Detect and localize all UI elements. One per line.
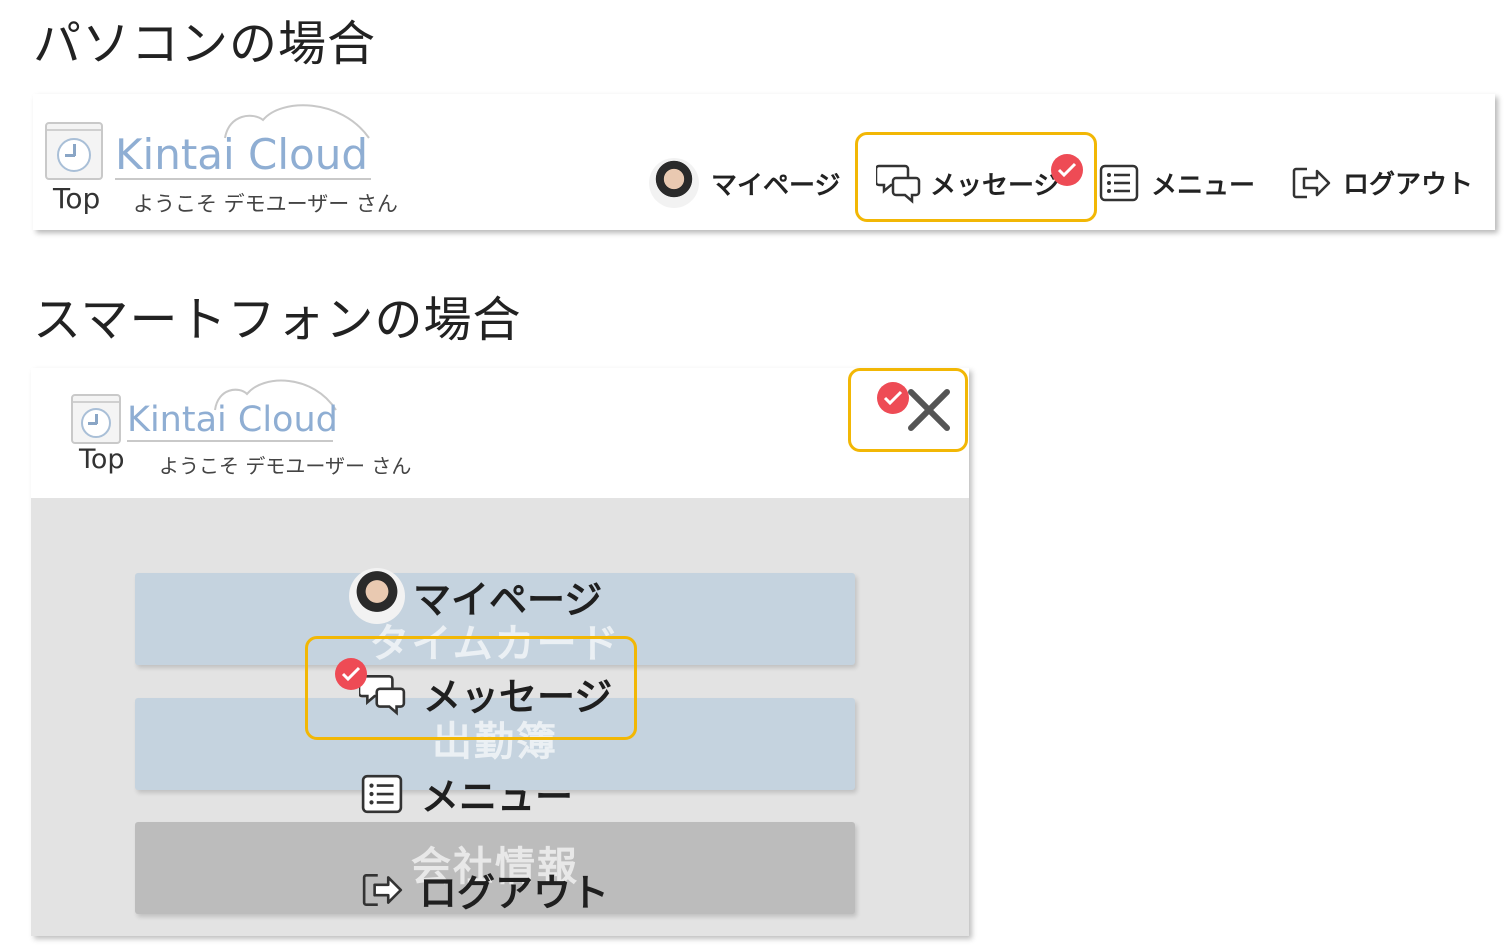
nav-logout[interactable]: ログアウト: [1291, 164, 1473, 201]
nav-mypage-label: マイページ: [711, 170, 841, 201]
pc-section-title: パソコンの場合: [33, 16, 377, 72]
nav-logout-label: ログアウト: [1343, 170, 1474, 200]
avatar: [349, 568, 405, 624]
highlight-message: [855, 132, 1097, 222]
sp-nav-logout-label: ログアウト: [419, 871, 610, 915]
sp-nav-mypage-label: マイページ: [413, 577, 603, 622]
list-icon: [1099, 164, 1139, 202]
top-link[interactable]: Top: [53, 182, 100, 215]
logo-underline: [115, 178, 371, 180]
welcome-text: ようこそ デモユーザー さん: [133, 192, 398, 216]
highlight-message: [305, 636, 637, 740]
logo-text: Kintai Cloud: [115, 130, 369, 179]
nav-menu[interactable]: メニュー: [1099, 164, 1255, 202]
smartphone-frame: Kintai Cloud Top ようこそ デモユーザー さん タイムカード 出…: [31, 368, 969, 936]
sp-nav-menu-label: メニュー: [421, 775, 574, 819]
sp-header: Kintai Cloud Top ようこそ デモユーザー さん: [31, 368, 969, 498]
clock-logo-icon: [71, 394, 121, 444]
top-link[interactable]: Top: [79, 444, 125, 475]
welcome-text: ようこそ デモユーザー さん: [159, 454, 412, 478]
nav-menu-label: メニュー: [1151, 170, 1256, 201]
clock-logo-icon: [45, 122, 103, 180]
nav-mypage[interactable]: マイページ: [649, 158, 840, 208]
sp-nav-mypage[interactable]: マイページ: [349, 568, 602, 624]
exit-arrow-icon: [1292, 167, 1331, 198]
pc-header: Kintai Cloud Top ようこそ デモユーザー さん マイページ メッ…: [33, 94, 1495, 230]
highlight-close: [848, 368, 968, 452]
list-icon: [361, 774, 403, 813]
logo-underline: [127, 440, 333, 442]
avatar: [649, 158, 699, 208]
sp-section-title: スマートフォンの場合: [33, 292, 522, 348]
sp-nav-menu[interactable]: メニュー: [361, 766, 573, 821]
exit-arrow-icon: [362, 873, 403, 906]
sp-nav-logout[interactable]: ログアウト: [361, 862, 609, 917]
logo-text: Kintai Cloud: [127, 400, 338, 440]
